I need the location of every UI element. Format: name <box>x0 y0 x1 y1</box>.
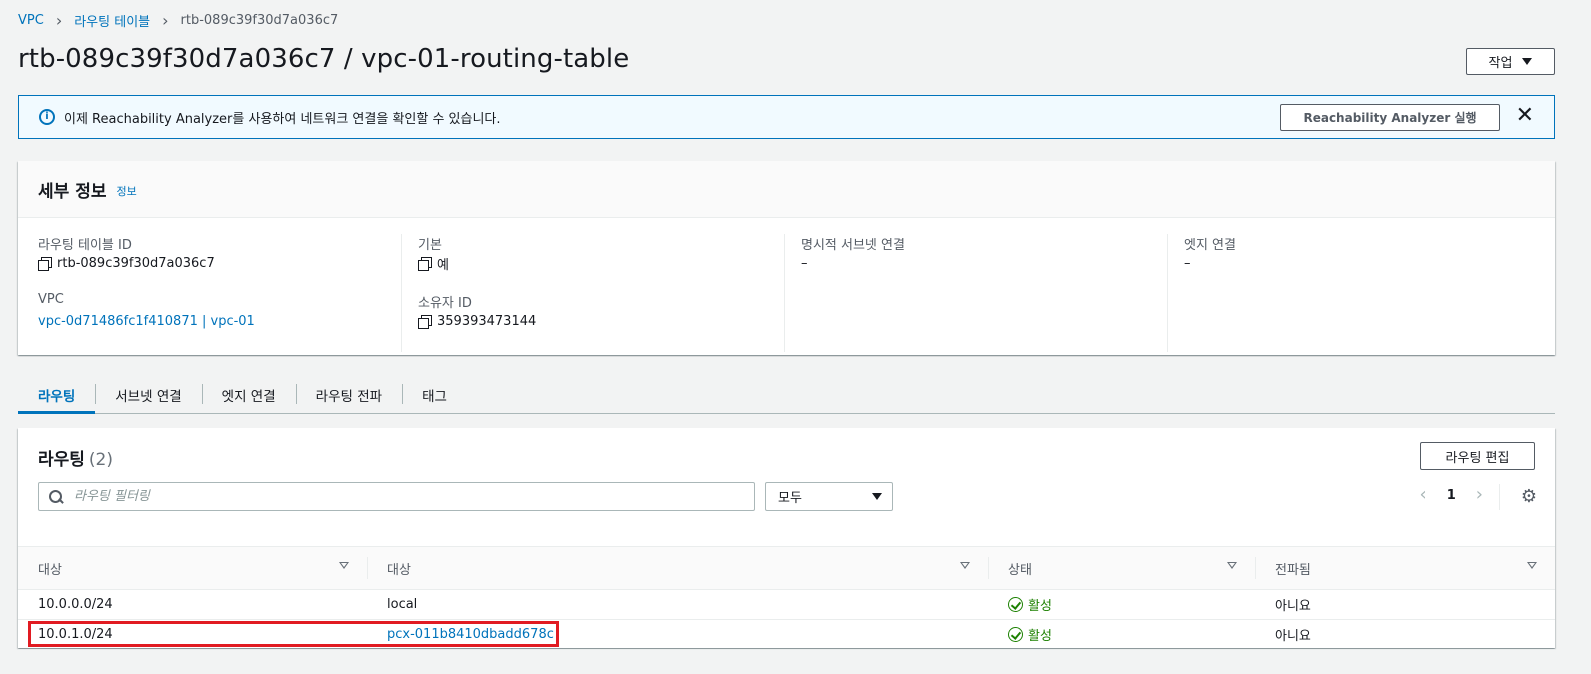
divider <box>1499 484 1500 510</box>
chevron-right-icon: › <box>55 10 63 30</box>
routes-count: (2) <box>88 450 114 470</box>
gear-icon[interactable]: ⚙ <box>1521 488 1537 506</box>
status-text: 활성 <box>1028 629 1052 644</box>
details-column-3: 명시적 서브넷 연결 – <box>784 234 1167 352</box>
info-icon: i <box>39 109 55 125</box>
sort-icon[interactable] <box>339 562 349 569</box>
cell-propagated: 아니요 <box>1275 629 1311 644</box>
status-text: 활성 <box>1028 599 1052 614</box>
chevron-right-icon: › <box>162 10 169 30</box>
edit-routes-button[interactable]: 라우팅 편집 <box>1420 442 1535 470</box>
info-flash-banner: i 이제 Reachability Analyzer를 사용하여 네트워크 연결… <box>18 95 1555 139</box>
banner-message: 이제 Reachability Analyzer를 사용하여 네트워크 연결을 … <box>64 111 501 127</box>
main-value: 예 <box>437 258 449 273</box>
routes-table: 대상 대상 상태 전파됨 10.0.0.0/24 local 활성 아니요 10… <box>18 546 1555 650</box>
details-column-4: 엣지 연결 – <box>1167 234 1550 352</box>
pagination: ‹ 1 › <box>1420 486 1483 504</box>
breadcrumb-vpc[interactable]: VPC <box>18 13 44 28</box>
close-icon[interactable]: ✕ <box>1516 105 1534 127</box>
tab-route-propagation[interactable]: 라우팅 전파 <box>295 376 402 413</box>
tab-tags[interactable]: 태그 <box>402 376 467 413</box>
chevron-right-icon[interactable]: › <box>1476 486 1483 504</box>
routes-title: 라우팅 (2) <box>38 445 113 470</box>
subnet-association-label: 명시적 서브넷 연결 <box>801 238 905 253</box>
caret-down-icon <box>1522 58 1533 65</box>
route-table-id-label: 라우팅 테이블 ID <box>38 238 132 253</box>
cell-target: pcx-011b8410dbadd678c <box>367 620 988 650</box>
route-type-select-value: 모두 <box>778 491 802 506</box>
info-link[interactable]: 정보 <box>116 183 136 199</box>
sort-icon[interactable] <box>1227 562 1237 569</box>
sort-icon[interactable] <box>960 562 970 569</box>
details-header: 세부 정보 정보 <box>18 161 1555 218</box>
breadcrumb-route-tables[interactable]: 라우팅 테이블 <box>74 11 150 30</box>
cell-target: local <box>387 597 418 612</box>
column-header-destination[interactable]: 대상 <box>18 547 367 590</box>
details-heading: 세부 정보 <box>38 181 107 202</box>
edge-association-value: – <box>1184 256 1191 271</box>
table-row: 10.0.1.0/24 pcx-011b8410dbadd678c 활성 아니요 <box>18 620 1555 650</box>
details-column-2: 기본 예 소유자 ID 359393473144 <box>401 234 784 352</box>
status-success-icon <box>1008 597 1023 612</box>
actions-button[interactable]: 작업 <box>1466 48 1555 75</box>
tab-bar: 라우팅 서브넷 연결 엣지 연결 라우팅 전파 태그 <box>18 376 1555 414</box>
reachability-analyzer-button[interactable]: Reachability Analyzer 실행 <box>1280 104 1500 131</box>
vpc-link[interactable]: vpc-0d71486fc1f410871 | vpc-01 <box>38 314 255 329</box>
cell-status: 활성 <box>988 620 1255 650</box>
breadcrumb: VPC › 라우팅 테이블 › rtb-089c39f30d7a036c7 <box>18 11 338 30</box>
peering-connection-link[interactable]: pcx-011b8410dbadd678c <box>387 627 554 642</box>
main-label: 기본 <box>418 238 442 253</box>
copy-icon[interactable] <box>418 315 432 329</box>
breadcrumb-current: rtb-089c39f30d7a036c7 <box>180 13 339 28</box>
tab-subnet-associations[interactable]: 서브넷 연결 <box>95 376 201 413</box>
column-header-status[interactable]: 상태 <box>988 547 1255 590</box>
routes-heading: 라우팅 <box>38 450 85 470</box>
cell-destination: 10.0.0.0/24 <box>38 597 113 612</box>
owner-id-value: 359393473144 <box>437 314 537 329</box>
route-table-id-value: rtb-089c39f30d7a036c7 <box>57 256 215 271</box>
table-header-row: 대상 대상 상태 전파됨 <box>18 546 1555 590</box>
routes-panel: 라우팅(2) 라우팅 편집 모두 ‹ 1 › ⚙ 대상 대상 상태 전파됨 10… <box>18 428 1555 650</box>
caret-down-icon <box>872 493 882 500</box>
chevron-left-icon[interactable]: ‹ <box>1420 486 1427 504</box>
status-success-icon <box>1008 627 1023 642</box>
column-header-propagated[interactable]: 전파됨 <box>1255 547 1555 590</box>
cell-destination: 10.0.1.0/24 <box>38 627 113 642</box>
route-type-select[interactable]: 모두 <box>765 482 893 511</box>
vpc-label: VPC <box>38 292 64 307</box>
owner-id-label: 소유자 ID <box>418 296 472 311</box>
actions-label: 작업 <box>1488 56 1513 71</box>
sort-icon[interactable] <box>1527 562 1537 569</box>
search-icon <box>49 490 62 503</box>
column-label: 전파됨 <box>1275 562 1311 578</box>
subnet-association-value: – <box>801 256 808 271</box>
route-filter-input[interactable] <box>72 488 752 505</box>
page-number[interactable]: 1 <box>1447 488 1456 503</box>
cell-propagated: 아니요 <box>1275 599 1311 614</box>
column-label: 상태 <box>1008 562 1032 578</box>
table-row: 10.0.0.0/24 local 활성 아니요 <box>18 590 1555 620</box>
page-title: rtb-089c39f30d7a036c7 / vpc-01-routing-t… <box>18 44 630 74</box>
tab-edge-associations[interactable]: 엣지 연결 <box>201 376 296 413</box>
column-header-target[interactable]: 대상 <box>367 547 988 590</box>
edge-association-label: 엣지 연결 <box>1184 238 1236 253</box>
tab-routes[interactable]: 라우팅 <box>18 376 96 414</box>
route-filter <box>38 482 755 511</box>
column-label: 대상 <box>387 562 411 578</box>
cell-status: 활성 <box>988 590 1255 620</box>
details-column-1: 라우팅 테이블 ID rtb-089c39f30d7a036c7 VPC vpc… <box>18 234 401 352</box>
details-panel: 세부 정보 정보 라우팅 테이블 ID rtb-089c39f30d7a036c… <box>18 161 1555 355</box>
copy-icon[interactable] <box>418 257 432 271</box>
copy-icon[interactable] <box>38 257 52 271</box>
column-label: 대상 <box>38 562 62 578</box>
